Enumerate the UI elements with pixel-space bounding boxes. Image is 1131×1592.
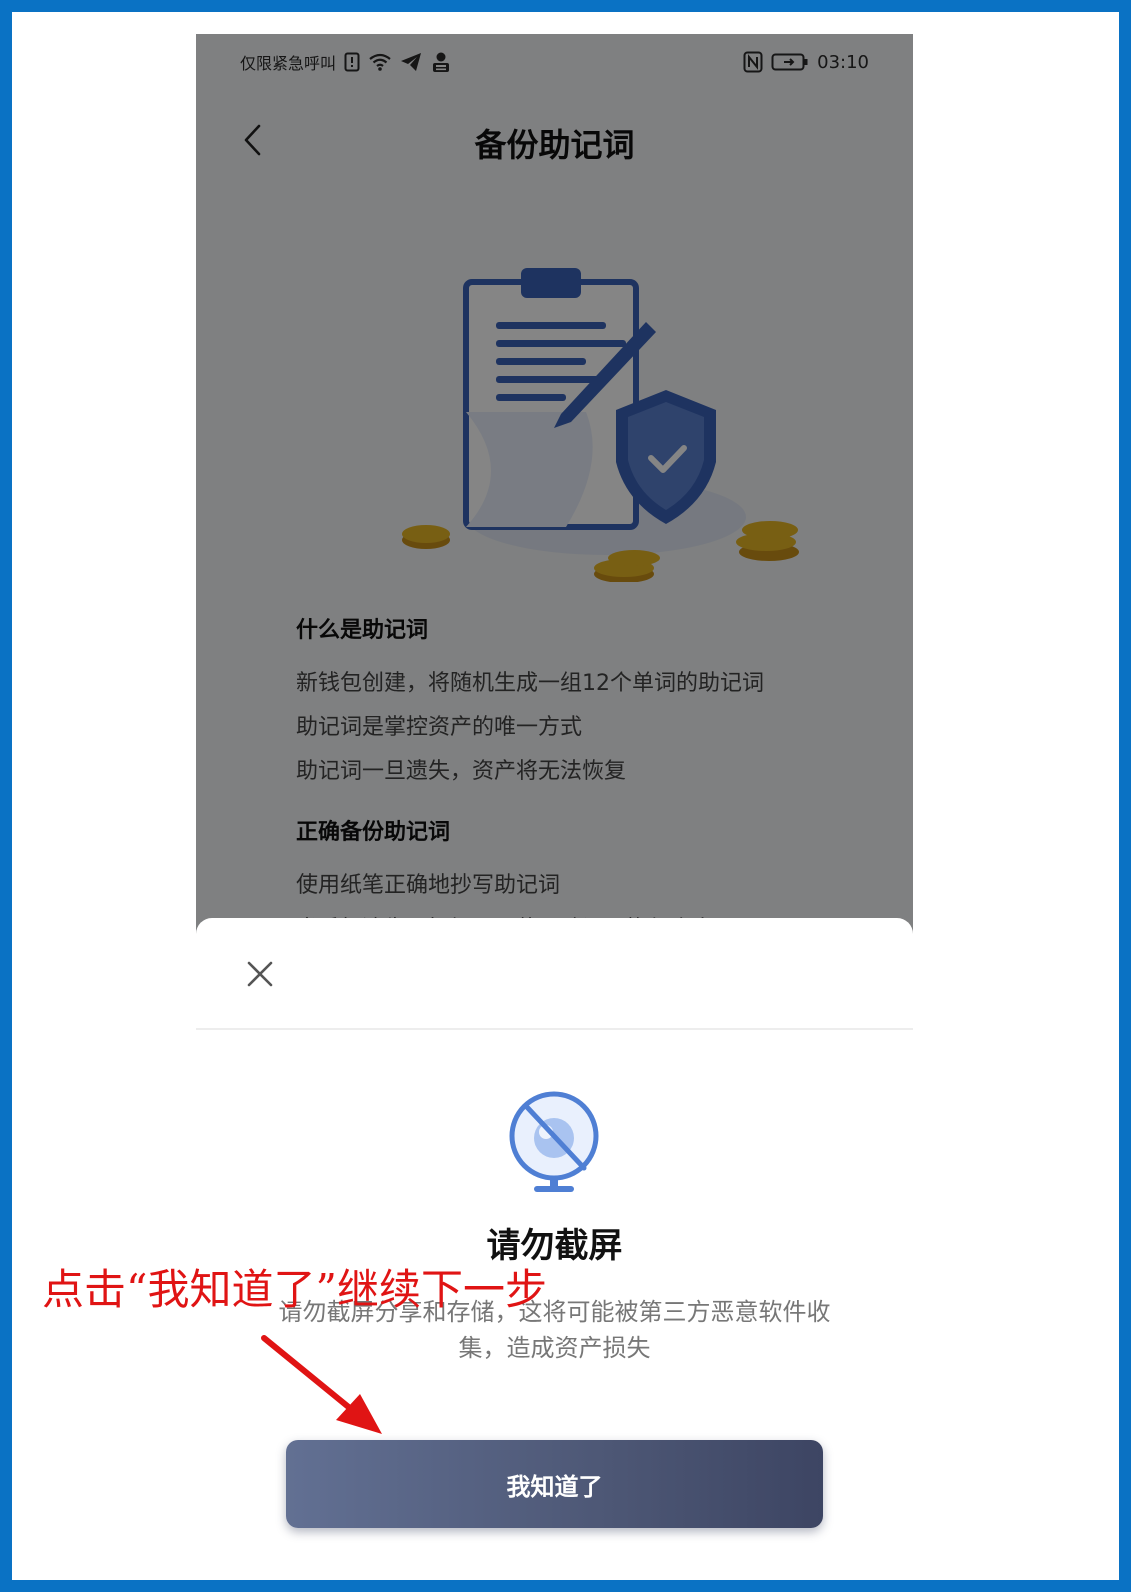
no-screenshot-camera-icon [506, 1088, 602, 1198]
annotation-text: 点击“我知道了”继续下一步 [42, 1265, 547, 1314]
screenshot-warning-sheet: 请勿截屏 请勿截屏分享和存储，这将可能被第三方恶意软件收集，造成资产损失 我知道… [196, 918, 913, 1579]
modal-overlay[interactable] [196, 34, 913, 934]
sheet-divider [196, 1028, 913, 1030]
annotation-arrow-icon [250, 1330, 410, 1450]
close-icon [247, 961, 273, 987]
backup-page: 仅限紧急呼叫 03:10 备份助记词 什么是助记词 新钱包创建，将随机生成一组1… [196, 34, 913, 942]
acknowledge-button[interactable]: 我知道了 [286, 1440, 823, 1528]
close-button[interactable] [240, 954, 280, 994]
